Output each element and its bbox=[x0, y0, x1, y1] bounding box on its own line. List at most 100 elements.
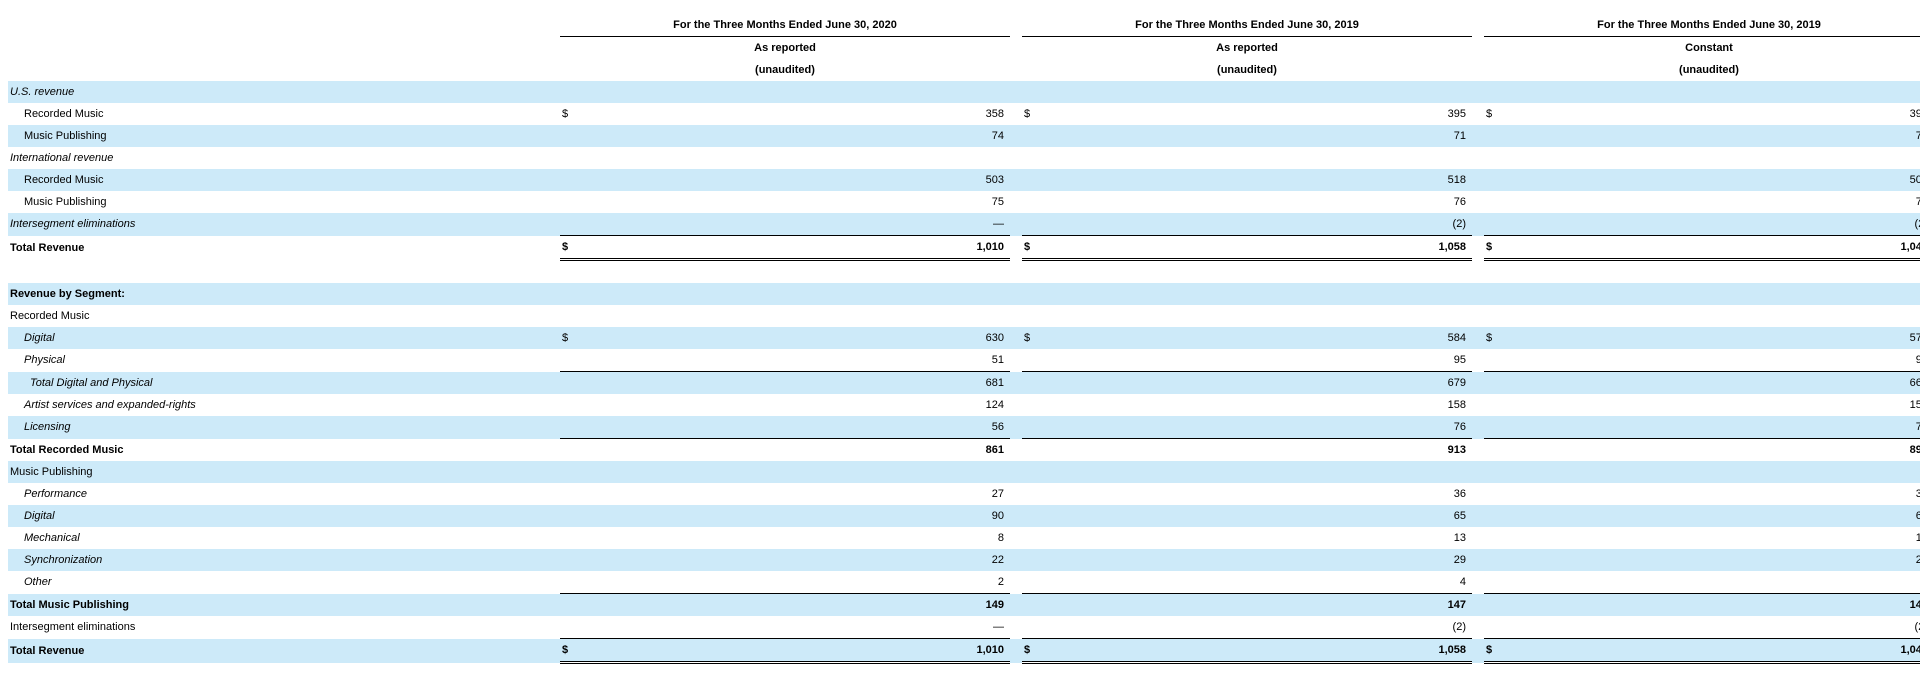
table-row: Mechanical 8 13 14 bbox=[8, 527, 1920, 549]
value-cell: 584 bbox=[1042, 327, 1472, 349]
row-label: Recorded Music bbox=[8, 169, 560, 191]
value-cell bbox=[1042, 81, 1472, 103]
basis-header: As reported bbox=[754, 42, 816, 54]
currency-symbol bbox=[560, 571, 580, 594]
header-basis-row: As reported As reported Constant bbox=[8, 37, 1920, 60]
table-row: Intersegment eliminations — (2) (2) bbox=[8, 616, 1920, 639]
currency-symbol bbox=[560, 213, 580, 236]
currency-symbol bbox=[1484, 571, 1504, 594]
value-cell bbox=[580, 305, 1010, 327]
table-row: Total Music Publishing 149 147 145 bbox=[8, 593, 1920, 616]
currency-symbol bbox=[1484, 283, 1504, 305]
currency-symbol bbox=[560, 461, 580, 483]
currency-symbol: $ bbox=[560, 327, 580, 349]
currency-symbol: $ bbox=[1024, 108, 1031, 120]
basis-header: Constant bbox=[1685, 42, 1733, 54]
currency-symbol bbox=[560, 483, 580, 505]
currency-symbol: $ bbox=[1022, 235, 1042, 261]
currency-symbol bbox=[560, 349, 580, 372]
value-cell: 13 bbox=[1453, 532, 1466, 544]
table-row: Digital 90 65 64 bbox=[8, 505, 1920, 527]
value-cell: 1,042 bbox=[1504, 235, 1920, 261]
currency-symbol bbox=[1484, 305, 1504, 327]
currency-symbol bbox=[560, 371, 580, 394]
row-label: Other bbox=[24, 576, 52, 589]
currency-symbol: $ bbox=[1022, 327, 1042, 349]
table-row: Licensing 56 76 76 bbox=[8, 416, 1920, 439]
row-label: Intersegment eliminations bbox=[10, 621, 136, 634]
value-cell: 14 bbox=[1915, 532, 1920, 544]
value-cell: 36 bbox=[1453, 488, 1466, 500]
value-cell: 149 bbox=[580, 593, 1010, 616]
value-cell: 29 bbox=[1504, 549, 1920, 571]
row-label: Performance bbox=[24, 488, 87, 500]
period-header: For the Three Months Ended June 30, 2019 bbox=[1484, 14, 1920, 37]
value-cell: (2) bbox=[1914, 621, 1920, 633]
value-cell: 1,058 bbox=[1042, 235, 1472, 261]
currency-symbol bbox=[560, 549, 580, 571]
currency-symbol bbox=[560, 416, 580, 439]
value-cell bbox=[1504, 283, 1920, 305]
value-cell bbox=[580, 147, 1010, 169]
value-cell: 64 bbox=[1504, 505, 1920, 527]
currency-symbol bbox=[1484, 483, 1504, 505]
value-cell: 22 bbox=[580, 549, 1010, 571]
table-row: Music Publishing 74 71 71 bbox=[8, 125, 1920, 147]
currency-symbol bbox=[560, 283, 580, 305]
audit-header: (unaudited) bbox=[755, 64, 815, 76]
value-cell: 51 bbox=[991, 354, 1004, 366]
value-cell bbox=[1504, 147, 1920, 169]
currency-symbol bbox=[1022, 616, 1042, 639]
currency-symbol bbox=[1484, 147, 1504, 169]
currency-symbol bbox=[1484, 213, 1504, 236]
currency-symbol bbox=[1484, 616, 1504, 639]
audit-header: (unaudited) bbox=[1679, 64, 1739, 76]
currency-symbol bbox=[1022, 394, 1042, 416]
value-cell: 1,010 bbox=[580, 235, 1010, 261]
value-cell: 65 bbox=[1042, 505, 1472, 527]
value-cell: 95 bbox=[1453, 354, 1466, 366]
currency-symbol bbox=[1484, 527, 1504, 549]
table-row: Total Recorded Music 861 913 899 bbox=[8, 438, 1920, 461]
currency-symbol: $ bbox=[560, 235, 580, 261]
currency-symbol bbox=[560, 394, 580, 416]
header-period-row: For the Three Months Ended June 30, 2020… bbox=[8, 14, 1920, 37]
currency-symbol bbox=[1022, 438, 1042, 461]
value-cell bbox=[580, 283, 1010, 305]
table-row: Total Digital and Physical 681 679 666 bbox=[8, 371, 1920, 394]
value-cell: 899 bbox=[1504, 438, 1920, 461]
currency-symbol: $ bbox=[1484, 638, 1504, 664]
value-cell: 679 bbox=[1042, 371, 1472, 394]
value-cell: (2) bbox=[1042, 213, 1472, 236]
currency-symbol bbox=[1022, 505, 1042, 527]
currency-symbol bbox=[1484, 191, 1504, 213]
currency-symbol bbox=[1484, 169, 1504, 191]
table-row: Recorded Music bbox=[8, 305, 1920, 327]
currency-symbol bbox=[1484, 549, 1504, 571]
currency-symbol bbox=[1022, 81, 1042, 103]
row-label: U.S. revenue bbox=[8, 81, 560, 103]
value-cell: 1,010 bbox=[580, 638, 1010, 664]
currency-symbol bbox=[1022, 213, 1042, 236]
currency-symbol: $ bbox=[560, 638, 580, 664]
value-cell: 124 bbox=[985, 399, 1004, 411]
value-cell: 158 bbox=[1447, 399, 1466, 411]
row-label: Total Revenue bbox=[8, 638, 560, 663]
row-label: Total Revenue bbox=[10, 241, 85, 254]
value-cell bbox=[1504, 81, 1920, 103]
value-cell: 1,042 bbox=[1504, 638, 1920, 664]
currency-symbol bbox=[560, 527, 580, 549]
currency-symbol bbox=[1022, 527, 1042, 549]
row-label: Music Publishing bbox=[24, 196, 107, 208]
value-cell: — bbox=[580, 213, 1010, 236]
currency-symbol bbox=[1022, 125, 1042, 147]
table-row: International revenue bbox=[8, 147, 1920, 169]
value-cell: 76 bbox=[1042, 416, 1472, 439]
currency-symbol bbox=[1022, 349, 1042, 372]
row-label: Mechanical bbox=[24, 532, 80, 544]
value-cell: 157 bbox=[1909, 399, 1920, 411]
value-cell: 90 bbox=[580, 505, 1010, 527]
currency-symbol bbox=[1484, 593, 1504, 616]
value-cell bbox=[1042, 283, 1472, 305]
currency-symbol: $ bbox=[1022, 638, 1042, 664]
